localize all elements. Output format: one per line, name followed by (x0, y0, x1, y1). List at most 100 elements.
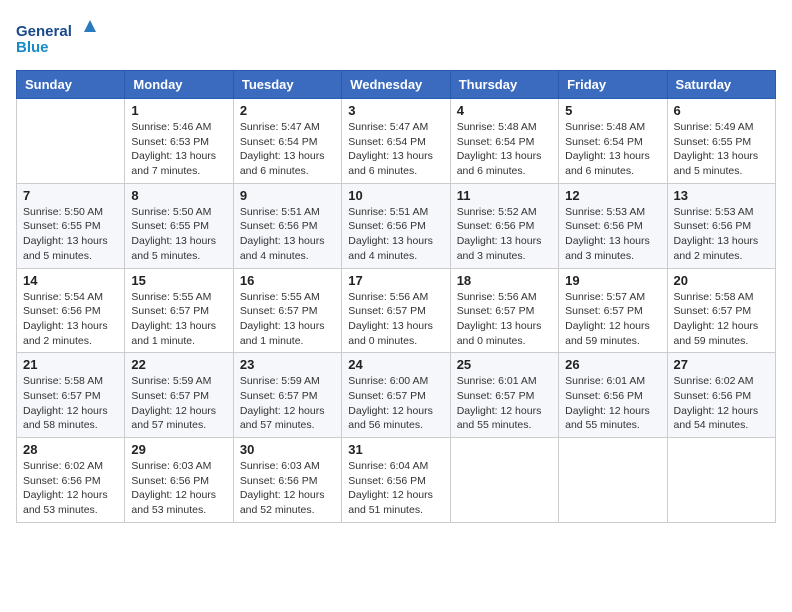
svg-text:General: General (16, 23, 72, 40)
day-number: 22 (131, 357, 226, 372)
day-info: Sunrise: 6:03 AMSunset: 6:56 PMDaylight:… (131, 459, 226, 518)
weekday-header-friday: Friday (559, 71, 667, 99)
day-number: 3 (348, 103, 443, 118)
calendar-cell (450, 438, 558, 523)
day-info: Sunrise: 5:48 AMSunset: 6:54 PMDaylight:… (457, 120, 552, 179)
day-info: Sunrise: 6:02 AMSunset: 6:56 PMDaylight:… (674, 374, 769, 433)
day-info: Sunrise: 5:51 AMSunset: 6:56 PMDaylight:… (240, 205, 335, 264)
calendar-cell: 2Sunrise: 5:47 AMSunset: 6:54 PMDaylight… (233, 99, 341, 184)
calendar-cell (667, 438, 775, 523)
day-info: Sunrise: 5:47 AMSunset: 6:54 PMDaylight:… (240, 120, 335, 179)
day-info: Sunrise: 5:53 AMSunset: 6:56 PMDaylight:… (565, 205, 660, 264)
day-info: Sunrise: 5:51 AMSunset: 6:56 PMDaylight:… (348, 205, 443, 264)
calendar-cell: 19 Sunrise: 5:57 AMSunset: 6:57 PMDayligh… (559, 268, 667, 353)
day-info: Sunrise: 5:49 AMSunset: 6:55 PMDaylight:… (674, 120, 769, 179)
day-number: 31 (348, 442, 443, 457)
calendar-cell: 28Sunrise: 6:02 AMSunset: 6:56 PMDayligh… (17, 438, 125, 523)
day-info: Sunrise: 5:59 AMSunset: 6:57 PMDaylight:… (240, 374, 335, 433)
day-info: Sunrise: 6:01 AMSunset: 6:56 PMDaylight:… (565, 374, 660, 433)
calendar-cell: 14 Sunrise: 5:54 AMSunset: 6:56 PMDayligh… (17, 268, 125, 353)
svg-text:Blue: Blue (16, 39, 49, 56)
calendar-cell: 11 Sunrise: 5:52 AMSunset: 6:56 PMDayligh… (450, 183, 558, 268)
logo-svg: General Blue (16, 16, 96, 60)
day-info: Sunrise: 5:55 AMSunset: 6:57 PMDaylight:… (240, 290, 335, 349)
calendar-cell: 7 Sunrise: 5:50 AMSunset: 6:55 PMDaylight… (17, 183, 125, 268)
calendar-cell: 29 Sunrise: 6:03 AMSunset: 6:56 PMDayligh… (125, 438, 233, 523)
calendar-cell: 16 Sunrise: 5:55 AMSunset: 6:57 PMDayligh… (233, 268, 341, 353)
calendar-cell: 6 Sunrise: 5:49 AMSunset: 6:55 PMDaylight… (667, 99, 775, 184)
calendar-cell: 1 Sunrise: 5:46 AMSunset: 6:53 PMDaylight… (125, 99, 233, 184)
calendar-cell (17, 99, 125, 184)
day-info: Sunrise: 5:56 AMSunset: 6:57 PMDaylight:… (457, 290, 552, 349)
day-number: 20 (674, 273, 769, 288)
weekday-header-monday: Monday (125, 71, 233, 99)
day-info: Sunrise: 5:55 AMSunset: 6:57 PMDaylight:… (131, 290, 226, 349)
calendar-cell: 21Sunrise: 5:58 AMSunset: 6:57 PMDayligh… (17, 353, 125, 438)
calendar-cell: 23 Sunrise: 5:59 AMSunset: 6:57 PMDayligh… (233, 353, 341, 438)
weekday-header-wednesday: Wednesday (342, 71, 450, 99)
calendar-week-row: 21Sunrise: 5:58 AMSunset: 6:57 PMDayligh… (17, 353, 776, 438)
calendar-cell: 18 Sunrise: 5:56 AMSunset: 6:57 PMDayligh… (450, 268, 558, 353)
day-number: 5 (565, 103, 660, 118)
calendar-week-row: 1 Sunrise: 5:46 AMSunset: 6:53 PMDaylight… (17, 99, 776, 184)
day-info: Sunrise: 5:46 AMSunset: 6:53 PMDaylight:… (131, 120, 226, 179)
day-info: Sunrise: 5:47 AMSunset: 6:54 PMDaylight:… (348, 120, 443, 179)
day-number: 16 (240, 273, 335, 288)
day-number: 12 (565, 188, 660, 203)
calendar-cell: 20 Sunrise: 5:58 AMSunset: 6:57 PMDayligh… (667, 268, 775, 353)
calendar-week-row: 7 Sunrise: 5:50 AMSunset: 6:55 PMDaylight… (17, 183, 776, 268)
calendar-cell: 24 Sunrise: 6:00 AMSunset: 6:57 PMDayligh… (342, 353, 450, 438)
day-info: Sunrise: 5:54 AMSunset: 6:56 PMDaylight:… (23, 290, 118, 349)
day-info: Sunrise: 5:58 AMSunset: 6:57 PMDaylight:… (23, 374, 118, 433)
calendar-cell: 17 Sunrise: 5:56 AMSunset: 6:57 PMDayligh… (342, 268, 450, 353)
day-number: 29 (131, 442, 226, 457)
day-info: Sunrise: 6:00 AMSunset: 6:57 PMDaylight:… (348, 374, 443, 433)
day-number: 24 (348, 357, 443, 372)
page-header: General Blue (16, 16, 776, 60)
calendar-cell: 31 Sunrise: 6:04 AMSunset: 6:56 PMDayligh… (342, 438, 450, 523)
weekday-header-thursday: Thursday (450, 71, 558, 99)
calendar-cell: 12 Sunrise: 5:53 AMSunset: 6:56 PMDayligh… (559, 183, 667, 268)
day-number: 30 (240, 442, 335, 457)
day-info: Sunrise: 5:52 AMSunset: 6:56 PMDaylight:… (457, 205, 552, 264)
day-number: 15 (131, 273, 226, 288)
day-number: 11 (457, 188, 552, 203)
weekday-header-saturday: Saturday (667, 71, 775, 99)
day-number: 14 (23, 273, 118, 288)
calendar-cell: 15 Sunrise: 5:55 AMSunset: 6:57 PMDayligh… (125, 268, 233, 353)
calendar-header-row: SundayMondayTuesdayWednesdayThursdayFrid… (17, 71, 776, 99)
calendar-table: SundayMondayTuesdayWednesdayThursdayFrid… (16, 70, 776, 523)
day-number: 27 (674, 357, 769, 372)
day-number: 28 (23, 442, 118, 457)
logo: General Blue (16, 16, 96, 60)
day-number: 7 (23, 188, 118, 203)
day-info: Sunrise: 5:56 AMSunset: 6:57 PMDaylight:… (348, 290, 443, 349)
calendar-cell: 10Sunrise: 5:51 AMSunset: 6:56 PMDayligh… (342, 183, 450, 268)
day-info: Sunrise: 5:48 AMSunset: 6:54 PMDaylight:… (565, 120, 660, 179)
day-info: Sunrise: 6:03 AMSunset: 6:56 PMDaylight:… (240, 459, 335, 518)
day-number: 13 (674, 188, 769, 203)
calendar-cell: 13Sunrise: 5:53 AMSunset: 6:56 PMDayligh… (667, 183, 775, 268)
weekday-header-sunday: Sunday (17, 71, 125, 99)
calendar-cell: 9Sunrise: 5:51 AMSunset: 6:56 PMDaylight… (233, 183, 341, 268)
day-number: 8 (131, 188, 226, 203)
day-number: 23 (240, 357, 335, 372)
weekday-header-tuesday: Tuesday (233, 71, 341, 99)
calendar-cell (559, 438, 667, 523)
day-number: 25 (457, 357, 552, 372)
day-info: Sunrise: 5:57 AMSunset: 6:57 PMDaylight:… (565, 290, 660, 349)
day-number: 19 (565, 273, 660, 288)
day-number: 1 (131, 103, 226, 118)
calendar-cell: 4 Sunrise: 5:48 AMSunset: 6:54 PMDaylight… (450, 99, 558, 184)
day-number: 4 (457, 103, 552, 118)
calendar-cell: 25Sunrise: 6:01 AMSunset: 6:57 PMDayligh… (450, 353, 558, 438)
day-info: Sunrise: 5:50 AMSunset: 6:55 PMDaylight:… (23, 205, 118, 264)
day-number: 17 (348, 273, 443, 288)
day-number: 18 (457, 273, 552, 288)
day-info: Sunrise: 6:04 AMSunset: 6:56 PMDaylight:… (348, 459, 443, 518)
day-number: 6 (674, 103, 769, 118)
calendar-cell: 26 Sunrise: 6:01 AMSunset: 6:56 PMDayligh… (559, 353, 667, 438)
calendar-cell: 22Sunrise: 5:59 AMSunset: 6:57 PMDayligh… (125, 353, 233, 438)
day-info: Sunrise: 5:58 AMSunset: 6:57 PMDaylight:… (674, 290, 769, 349)
day-number: 26 (565, 357, 660, 372)
